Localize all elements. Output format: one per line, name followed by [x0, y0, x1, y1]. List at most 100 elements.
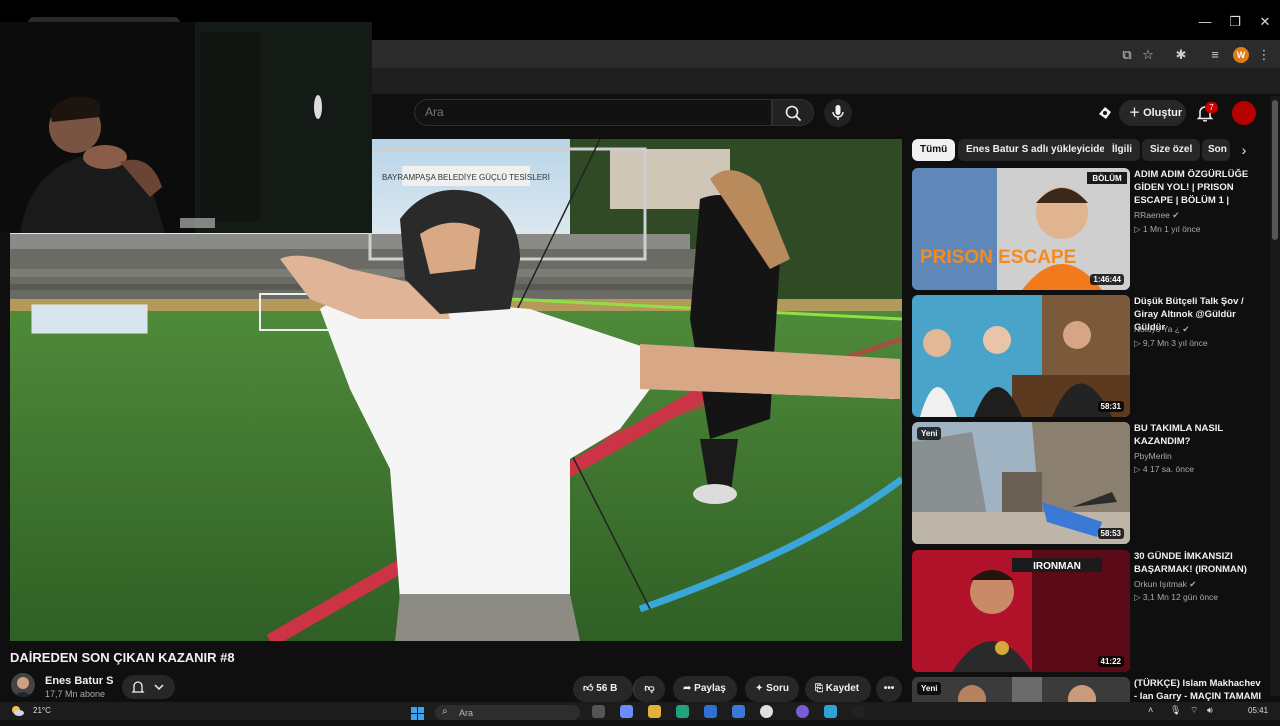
plus-icon: ＋ — [1129, 107, 1140, 119]
suggestion-meta: ▷ 3,1 Mn 12 gün önce — [1134, 592, 1219, 602]
copilot-icon[interactable] — [620, 705, 633, 718]
page-scrollbar-thumb[interactable] — [1272, 100, 1278, 240]
suggestion-title[interactable]: BU TAKIMLA NASIL KAZANDIM? — [1134, 422, 1264, 448]
weather-icon[interactable] — [10, 703, 24, 717]
save-label: Kaydet — [825, 683, 860, 694]
notification-count-badge: 7 — [1205, 102, 1218, 113]
suggestion-thumbnail[interactable]: IRONMAN 41:22 — [912, 550, 1130, 672]
stadium-banner-text: BAYRAMPAŞA BELEDİYE GÜÇLÜ TESİSLERİ — [382, 173, 550, 182]
voice-search-button[interactable] — [824, 99, 852, 127]
thumbnail-overlay-text: IRONMAN — [1033, 561, 1081, 572]
thumbs-up-icon: 👍︎ — [583, 683, 594, 694]
chip-for-you[interactable]: Size özel — [1142, 139, 1201, 161]
suggestion-channel[interactable]: PbyMerlin — [1134, 451, 1172, 461]
verified-icon: ✔ — [1182, 324, 1190, 334]
chip-all[interactable]: Tümü — [912, 139, 956, 161]
thumbnail-tag-text: BÖLÜM — [1092, 174, 1122, 183]
share-label: Paylaş — [694, 683, 726, 694]
file-explorer-icon[interactable] — [648, 705, 661, 718]
more-horizontal-icon: ••• — [883, 683, 895, 694]
suggestion-channel-name: Noluyo Ya ¿ — [1134, 324, 1180, 334]
wifi-icon[interactable]: ⌔ — [1190, 705, 1198, 716]
save-button[interactable]: ⎘ Kaydet — [805, 676, 871, 702]
thumbnail-overlay-text: PRISON ESCAPE — [920, 247, 1076, 268]
ask-label: Soru — [766, 683, 789, 694]
share-button[interactable]: ➦ Paylaş — [673, 676, 737, 702]
app-icon[interactable] — [676, 705, 689, 718]
taskbar-search-placeholder: Ara — [459, 708, 474, 718]
verified-icon: ✔ — [1172, 210, 1180, 220]
save-playlist-icon: ⎘ — [815, 683, 823, 694]
sparkle-icon: ✦ — [755, 683, 764, 694]
volume-icon[interactable]: 🔊︎ — [1207, 705, 1213, 716]
channel-name[interactable]: Enes Batur S — [45, 675, 113, 687]
create-shorts-icon[interactable] — [1096, 104, 1114, 122]
subscribed-notification-button[interactable] — [122, 675, 175, 699]
browser-menu-icon[interactable]: ⋮ — [1255, 46, 1273, 64]
chip-recent[interactable]: Son — [1202, 139, 1230, 161]
video-title: DAİREDEN SON ÇIKAN KAZANIR #8 — [10, 650, 235, 665]
share-icon: ➦ — [683, 683, 692, 694]
chrome-icon[interactable] — [760, 705, 773, 718]
suggestion-channel-name: Orkun Işıtmak — [1134, 579, 1187, 589]
chevron-down-icon — [154, 684, 164, 691]
suggestion-title[interactable]: 30 GÜNDE İMKANSIZI BAŞARMAK! (IRONMAN) — [1134, 550, 1264, 576]
verified-icon: ✔ — [1189, 579, 1197, 589]
task-view-icon[interactable] — [592, 705, 605, 718]
chevron-up-icon[interactable]: ˄ — [1148, 705, 1153, 715]
suggestion-channel[interactable]: Orkun Işıtmak ✔ — [1134, 579, 1196, 590]
minimize-icon[interactable]: — — [1190, 12, 1220, 32]
mail-icon[interactable] — [732, 705, 745, 718]
video-duration: 1:46:44 — [1090, 274, 1124, 285]
chevron-right-icon[interactable]: › — [1234, 140, 1254, 160]
bell-icon — [131, 681, 145, 693]
clock-time: 05:41 — [1248, 706, 1269, 715]
microphone-icon[interactable]: 🎙︎ — [1170, 705, 1181, 716]
extensions-icon[interactable]: ✱ — [1172, 46, 1190, 64]
account-avatar[interactable] — [1232, 101, 1256, 125]
suggestion-meta: ▷ 1 Mn 1 yıl önce — [1134, 224, 1201, 234]
ask-button[interactable]: ✦ Soru — [745, 676, 799, 702]
new-badge: Yeni — [917, 682, 942, 695]
chip-related[interactable]: İlgili — [1104, 139, 1140, 161]
suggestion-thumbnail[interactable]: Yeni 58:53 — [912, 422, 1130, 544]
weather-temperature: 21°C — [33, 706, 51, 715]
suggestion-channel[interactable]: Noluyo Ya ¿ ✔ — [1134, 324, 1190, 335]
suggestion-title[interactable]: (TÜRKÇE) Islam Makhachev - Ian Garry - M… — [1134, 677, 1264, 702]
discord-icon[interactable] — [796, 705, 809, 718]
search-box[interactable] — [414, 99, 772, 126]
search-input[interactable] — [425, 105, 755, 119]
suggestion-thumbnail[interactable]: BÖLÜM PRISON ESCAPE 1:46:44 — [912, 168, 1130, 290]
microphone-icon — [832, 105, 844, 120]
channel-avatar[interactable] — [11, 673, 35, 697]
suggestion-thumbnail[interactable]: Yeni — [912, 677, 1130, 702]
create-button[interactable]: ＋ Oluştur — [1119, 100, 1186, 126]
taskbar-search[interactable]: ⌕ Ara — [435, 705, 580, 720]
windows-start-icon[interactable] — [411, 707, 425, 721]
obs-icon[interactable] — [852, 705, 865, 718]
suggestion-channel[interactable]: RRaenee ✔ — [1134, 210, 1179, 221]
video-duration: 58:53 — [1097, 528, 1124, 539]
subscriber-count: 17,7 Mn abone — [45, 689, 106, 699]
dislike-button[interactable]: 👎︎ — [633, 676, 665, 702]
more-actions-button[interactable]: ••• — [876, 676, 902, 702]
bookmark-star-icon[interactable]: ☆ — [1139, 46, 1157, 64]
os-taskbar — [0, 702, 1280, 720]
suggestion-channel-name: RRaenee — [1134, 210, 1170, 220]
chip-from-uploader[interactable]: Enes Batur S adlı yükleyiciden — [958, 139, 1120, 161]
search-button[interactable] — [772, 99, 814, 126]
app-icon[interactable] — [824, 705, 837, 718]
close-icon[interactable]: ✕ — [1250, 12, 1280, 32]
thumbs-down-icon: 👎︎ — [644, 683, 655, 694]
install-app-icon[interactable]: ⧉ — [1118, 46, 1136, 64]
like-button[interactable]: 👍︎ 56 B — [573, 676, 633, 702]
media-controls-icon[interactable]: ≡ — [1206, 46, 1224, 64]
new-badge: Yeni — [917, 427, 942, 440]
browser-profile-avatar[interactable]: W — [1233, 47, 1249, 63]
store-icon[interactable] — [704, 705, 717, 718]
video-duration: 58:31 — [1097, 401, 1124, 412]
restore-icon[interactable]: ❐ — [1220, 12, 1250, 32]
suggestion-title[interactable]: ADIM ADIM ÖZGÜRLÜĞE GİDEN YOL! | PRISON … — [1134, 168, 1264, 207]
suggestion-meta: ▷ 9,7 Mn 3 yıl önce — [1134, 338, 1208, 348]
suggestion-thumbnail[interactable]: 58:31 — [912, 295, 1130, 417]
